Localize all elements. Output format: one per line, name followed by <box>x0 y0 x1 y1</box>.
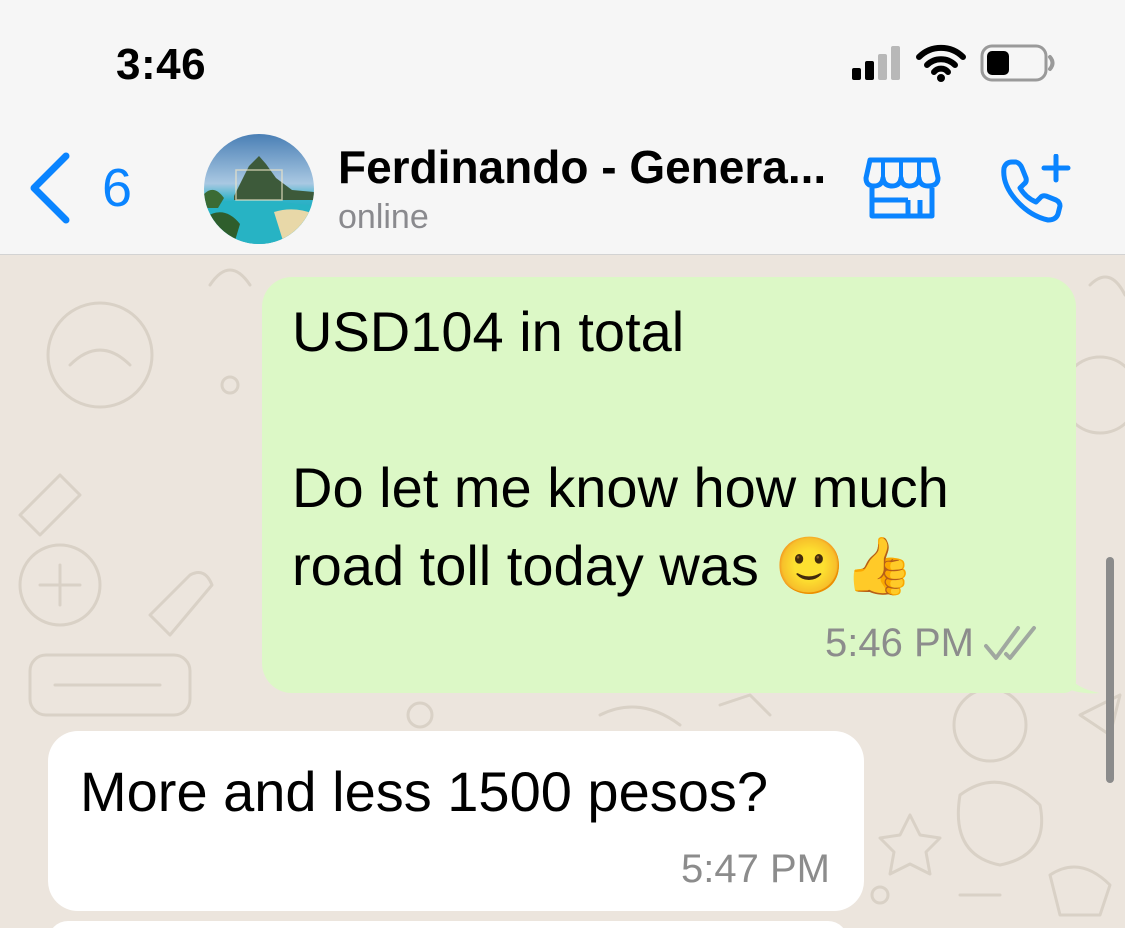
incoming-message-bubble[interactable]: More and less 1500 pesos? 5:47 PM <box>48 731 864 911</box>
battery-icon <box>980 44 1055 82</box>
incoming-message-bubble-partial[interactable] <box>48 921 848 928</box>
status-time: 3:46 <box>116 40 207 89</box>
double-check-read-icon <box>984 625 1036 660</box>
unread-count: 6 <box>102 158 133 218</box>
chat-body[interactable]: USD104 in total Do let me know how much … <box>0 255 1125 928</box>
contact-status: online <box>338 198 429 236</box>
wifi-icon <box>916 44 966 82</box>
catalog-store-icon[interactable] <box>862 156 942 220</box>
chat-header: 6 Ferdinando - Genera... online <box>0 128 1125 255</box>
message-text: More and less 1500 pesos? <box>80 760 768 823</box>
status-bar: 3:46 <box>0 0 1125 128</box>
outgoing-message-bubble[interactable]: USD104 in total Do let me know how much … <box>262 277 1076 693</box>
outgoing-bubble-tail <box>1060 659 1100 694</box>
contact-name[interactable]: Ferdinando - Genera... <box>338 140 826 194</box>
message-meta: 5:47 PM <box>681 847 830 892</box>
message-meta: 5:46 PM <box>825 621 1046 666</box>
back-button[interactable]: 6 <box>26 148 132 228</box>
avatar-image <box>204 134 314 244</box>
message-text: USD104 in total Do let me know how much … <box>292 300 949 597</box>
back-chevron-icon <box>30 152 70 224</box>
message-time: 5:46 PM <box>825 621 974 665</box>
cellular-signal-icon <box>852 46 900 80</box>
add-call-icon[interactable] <box>998 154 1074 224</box>
scroll-indicator[interactable] <box>1106 557 1114 783</box>
message-time: 5:47 PM <box>681 847 830 891</box>
contact-avatar[interactable] <box>204 134 314 244</box>
